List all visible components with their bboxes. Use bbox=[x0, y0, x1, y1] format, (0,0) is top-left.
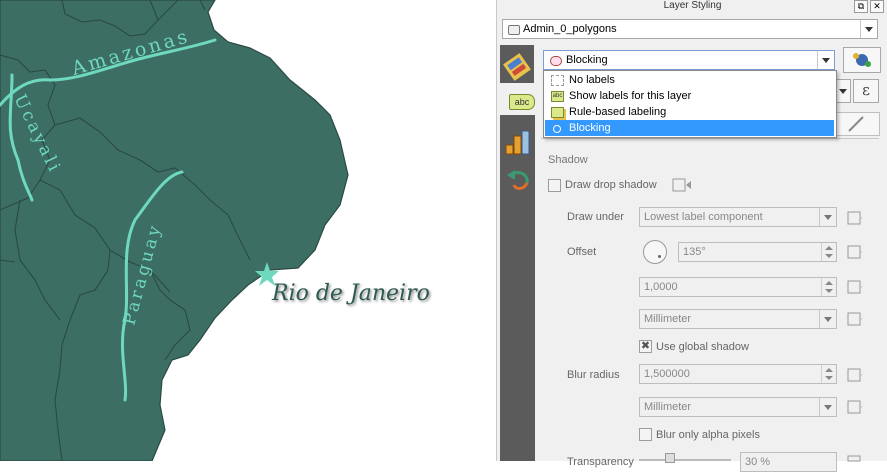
labels-abc-icon: abc bbox=[509, 94, 535, 110]
chevron-down-icon bbox=[819, 208, 836, 226]
expression-button[interactable]: ε bbox=[853, 79, 879, 103]
sidebar-tab-labels[interactable]: abc bbox=[503, 90, 535, 112]
menu-item-show-labels[interactable]: abc Show labels for this layer bbox=[545, 88, 834, 104]
rule-based-icon bbox=[551, 107, 564, 118]
use-global-shadow-label: Use global shadow bbox=[656, 341, 749, 353]
blur-alpha-checkbox[interactable] bbox=[639, 428, 652, 441]
sidebar-tab-diagrams[interactable] bbox=[503, 128, 533, 158]
blur-radius-label: Blur radius bbox=[567, 369, 620, 381]
data-defined-override-icon[interactable] bbox=[846, 209, 862, 225]
data-defined-override-icon[interactable] bbox=[846, 310, 862, 326]
labeling-mode-menu: No labels abc Show labels for this layer… bbox=[543, 70, 837, 138]
blur-radius-spinbox[interactable]: 1,500000 bbox=[639, 364, 837, 384]
abc-icon: abc bbox=[551, 91, 564, 102]
south-america-landmass bbox=[0, 0, 349, 462]
blur-unit-combo[interactable]: Millimeter bbox=[639, 397, 837, 417]
labeling-mode-combo[interactable]: Blocking bbox=[543, 50, 835, 70]
draw-under-label: Draw under bbox=[567, 211, 624, 223]
blur-alpha-label: Blur only alpha pixels bbox=[656, 429, 760, 441]
diagram-icon bbox=[505, 130, 530, 155]
data-defined-override-icon[interactable] bbox=[846, 398, 862, 414]
map-canvas[interactable]: Amazonas Ucayali Paraguay Rio de Janeiro bbox=[0, 0, 496, 462]
chevron-down-icon bbox=[819, 310, 836, 328]
chevron-down-icon bbox=[839, 89, 847, 94]
data-defined-override-icon[interactable] bbox=[671, 176, 693, 194]
data-defined-override-icon[interactable] bbox=[846, 366, 862, 382]
style-settings-icon bbox=[853, 53, 871, 67]
field-dropdown-button[interactable] bbox=[836, 79, 851, 103]
blocking-icon bbox=[553, 125, 561, 133]
brush-icon bbox=[848, 116, 864, 132]
labeling-mode-value: Blocking bbox=[566, 54, 608, 66]
offset-distance-spinbox[interactable]: 1,0000 bbox=[639, 277, 837, 297]
slider-handle[interactable] bbox=[665, 453, 675, 463]
draw-under-combo[interactable]: Lowest label component bbox=[639, 207, 837, 227]
sidebar-tab-symbology[interactable] bbox=[500, 45, 534, 83]
draw-drop-shadow-checkbox[interactable] bbox=[548, 179, 561, 192]
transparency-label: Transparency bbox=[567, 456, 634, 468]
map-svg: Amazonas Ucayali Paraguay Rio de Janeiro bbox=[0, 0, 430, 462]
panel-title: Layer Styling bbox=[663, 0, 722, 11]
offset-unit-combo[interactable]: Millimeter bbox=[639, 309, 837, 329]
style-manager-button[interactable] bbox=[843, 47, 881, 73]
use-global-shadow-checkbox[interactable]: ✖ bbox=[639, 340, 652, 353]
offset-angle-dial[interactable] bbox=[643, 240, 667, 264]
chevron-down-icon bbox=[819, 398, 836, 416]
data-defined-override-icon[interactable] bbox=[846, 243, 862, 259]
chevron-down-icon bbox=[817, 51, 834, 69]
data-defined-override-icon[interactable] bbox=[846, 278, 862, 294]
float-button[interactable]: ⧉ bbox=[854, 0, 868, 13]
dial-indicator bbox=[658, 255, 661, 258]
layer-combo[interactable]: Admin_0_polygons bbox=[502, 19, 878, 39]
sidebar-tab-history[interactable] bbox=[505, 167, 533, 193]
transparency-spinbox[interactable]: 30 % bbox=[740, 452, 837, 472]
draw-drop-shadow-label: Draw drop shadow bbox=[565, 179, 657, 191]
divider bbox=[541, 138, 879, 139]
chevron-down-icon bbox=[860, 20, 877, 38]
menu-item-blocking[interactable]: Blocking bbox=[545, 120, 834, 136]
label-rio-de-janeiro: Rio de Janeiro bbox=[271, 281, 430, 306]
close-button[interactable]: ✕ bbox=[870, 0, 884, 13]
no-labels-icon bbox=[551, 75, 564, 86]
shadow-heading: Shadow bbox=[548, 154, 588, 166]
menu-item-rule-based[interactable]: Rule-based labeling bbox=[545, 104, 834, 120]
menu-item-no-labels[interactable]: No labels bbox=[545, 72, 834, 88]
undo-history-icon bbox=[507, 170, 529, 190]
blocking-icon bbox=[550, 56, 562, 66]
offset-angle-spinbox[interactable]: 135° bbox=[678, 242, 837, 262]
polygon-layer-icon bbox=[508, 25, 520, 35]
offset-label: Offset bbox=[567, 246, 597, 258]
paintbrush-icon bbox=[503, 53, 531, 81]
layer-combo-value: Admin_0_polygons bbox=[523, 23, 617, 35]
data-defined-override-icon[interactable] bbox=[846, 453, 862, 469]
tab-background[interactable] bbox=[836, 112, 880, 136]
